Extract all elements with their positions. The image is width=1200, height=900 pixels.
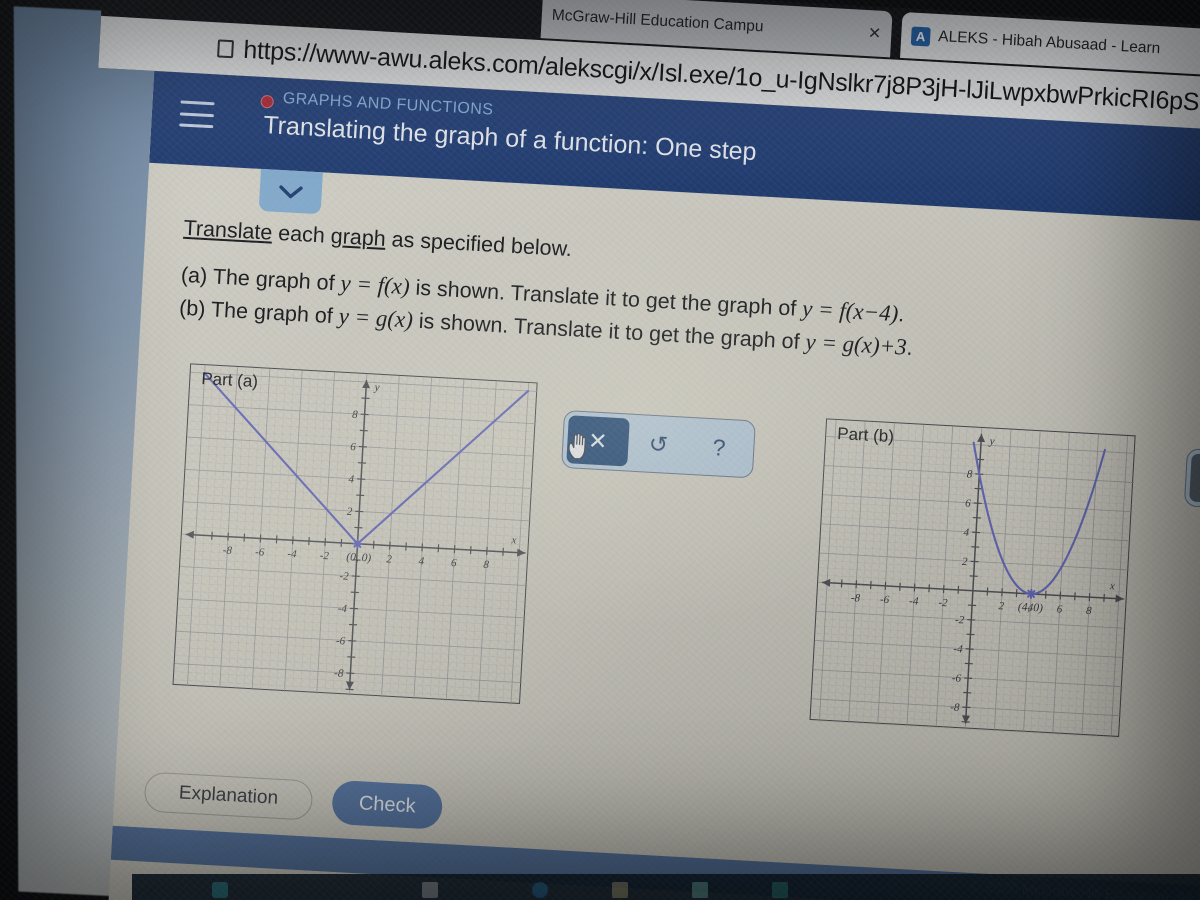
svg-text:-8: -8	[334, 667, 344, 680]
svg-text:(4, 0): (4, 0)	[1018, 601, 1044, 614]
instructions-block: Translate each graph as specified below.…	[178, 213, 1193, 380]
svg-text:y: y	[988, 435, 995, 447]
explanation-button[interactable]: Explanation	[143, 771, 314, 821]
svg-text:6: 6	[451, 557, 458, 569]
svg-text:6: 6	[965, 498, 972, 510]
undo-arrow-icon[interactable]: ↺	[627, 419, 690, 470]
os-taskbar[interactable]	[132, 874, 1200, 900]
svg-text:8: 8	[1086, 605, 1093, 617]
drawing-toolbar-secondary[interactable]	[1183, 448, 1200, 512]
aleks-favicon: A	[910, 25, 931, 46]
graph-panel-part-b[interactable]: Part (b) -8 -6 -4 -2 2 4 6 8 8 6 4 2 -2 -4 -6 -8 x y (4, 0…	[809, 418, 1136, 738]
monitor-photograph: McGraw-Hill Education Campu ✕ A ALEKS - …	[0, 0, 1200, 900]
chevron-down-icon	[279, 185, 303, 199]
svg-text:8: 8	[483, 559, 490, 571]
svg-text:-2: -2	[339, 570, 349, 583]
pointing-hand-cursor	[568, 432, 586, 460]
graph-term-link[interactable]: graph	[330, 224, 386, 251]
taskbar-icon-6[interactable]	[772, 882, 788, 898]
part-a-text-1: The graph of	[212, 264, 342, 296]
svg-text:-8: -8	[950, 701, 960, 714]
page-title: Translating the graph of a function: One…	[262, 111, 758, 167]
svg-text:-4: -4	[337, 603, 347, 616]
part-a-text-3: .	[897, 302, 905, 327]
svg-text:-2: -2	[938, 597, 948, 610]
close-icon[interactable]: ✕	[863, 23, 881, 44]
svg-text:-6: -6	[952, 672, 962, 685]
coordinate-plane-part-a[interactable]: -8 -6 -4 -2 2 4 6 8 8 6 4 2 -2 -4 -6 -8 x y (0, 0)	[173, 364, 539, 705]
graph-panel-part-a[interactable]: Part (a) -8 -6 -4 -2 2 4 6 8 8 6 4 2 -2 -4 -6 -8 x y (0, 0…	[172, 363, 539, 705]
taskbar-icon-3[interactable]	[532, 882, 548, 898]
svg-text:(0, 0): (0, 0)	[346, 551, 372, 564]
translate-term: Translate	[182, 215, 273, 245]
aleks-page: GRAPHS AND FUNCTIONS Translating the gra…	[106, 70, 1200, 900]
svg-text:2: 2	[962, 556, 969, 568]
svg-text:y: y	[373, 381, 380, 393]
part-b-text-1: The graph of	[210, 297, 340, 329]
part-b-marker: (b)	[178, 295, 207, 322]
part-b-equation-1: y = g(x)	[338, 303, 414, 333]
part-b-text-3: .	[905, 335, 914, 361]
coordinate-plane-part-b[interactable]: -8 -6 -4 -2 2 4 6 88642-2-4-6-8xy(4, 0)	[810, 419, 1136, 738]
svg-text:-4: -4	[909, 595, 919, 608]
question-mark-icon[interactable]: ?	[687, 422, 750, 473]
hamburger-menu-icon[interactable]	[179, 100, 215, 129]
expand-panel-button[interactable]	[258, 168, 323, 215]
svg-text:-2: -2	[319, 550, 329, 563]
svg-text:2: 2	[346, 506, 353, 518]
taskbar-icon-1[interactable]	[212, 882, 228, 898]
red-status-dot	[260, 94, 275, 109]
svg-text:4: 4	[418, 555, 425, 567]
svg-text:-2: -2	[955, 614, 965, 627]
check-button[interactable]: Check	[331, 779, 444, 830]
svg-text:-6: -6	[880, 594, 890, 607]
svg-text:6: 6	[350, 441, 357, 453]
part-a-marker: (a)	[180, 262, 208, 289]
svg-text:8: 8	[966, 468, 973, 480]
part-a-equation-1: y = f(x)	[339, 270, 411, 300]
svg-text:-8: -8	[851, 592, 861, 605]
page-document-icon	[217, 39, 235, 59]
svg-text:x: x	[1109, 580, 1116, 592]
svg-text:-6: -6	[336, 635, 346, 648]
part-a-equation-2: y = f(x−4)	[801, 295, 899, 327]
tab-title: ALEKS - Hibah Abusaad - Learn	[937, 27, 1161, 58]
svg-text:-8: -8	[222, 544, 232, 557]
svg-text:x: x	[510, 534, 517, 546]
part-b-equation-2: y = g(x)+3	[804, 329, 908, 360]
taskbar-icon-2[interactable]	[422, 882, 438, 898]
taskbar-icon-5[interactable]	[692, 882, 708, 898]
x-clear-icon-secondary[interactable]	[1189, 453, 1200, 507]
tab-title: McGraw-Hill Education Campu	[551, 6, 764, 36]
svg-text:2: 2	[386, 553, 393, 565]
lead-post-text: as specified below.	[385, 226, 573, 262]
panel-label-part-b: Part (b)	[836, 424, 895, 447]
lead-mid-text: each	[271, 220, 332, 248]
svg-text:-6: -6	[255, 546, 265, 559]
panel-label-part-a: Part (a)	[200, 368, 259, 392]
taskbar-icon-4[interactable]	[612, 882, 628, 898]
svg-text:-4: -4	[953, 643, 963, 656]
svg-text:4: 4	[348, 473, 355, 485]
svg-text:6: 6	[1056, 603, 1063, 615]
svg-text:8: 8	[352, 409, 359, 421]
svg-text:-4: -4	[287, 548, 297, 561]
svg-text:4: 4	[963, 527, 970, 539]
browser-window: McGraw-Hill Education Campu ✕ A ALEKS - …	[50, 0, 1200, 900]
svg-text:2: 2	[998, 600, 1005, 612]
